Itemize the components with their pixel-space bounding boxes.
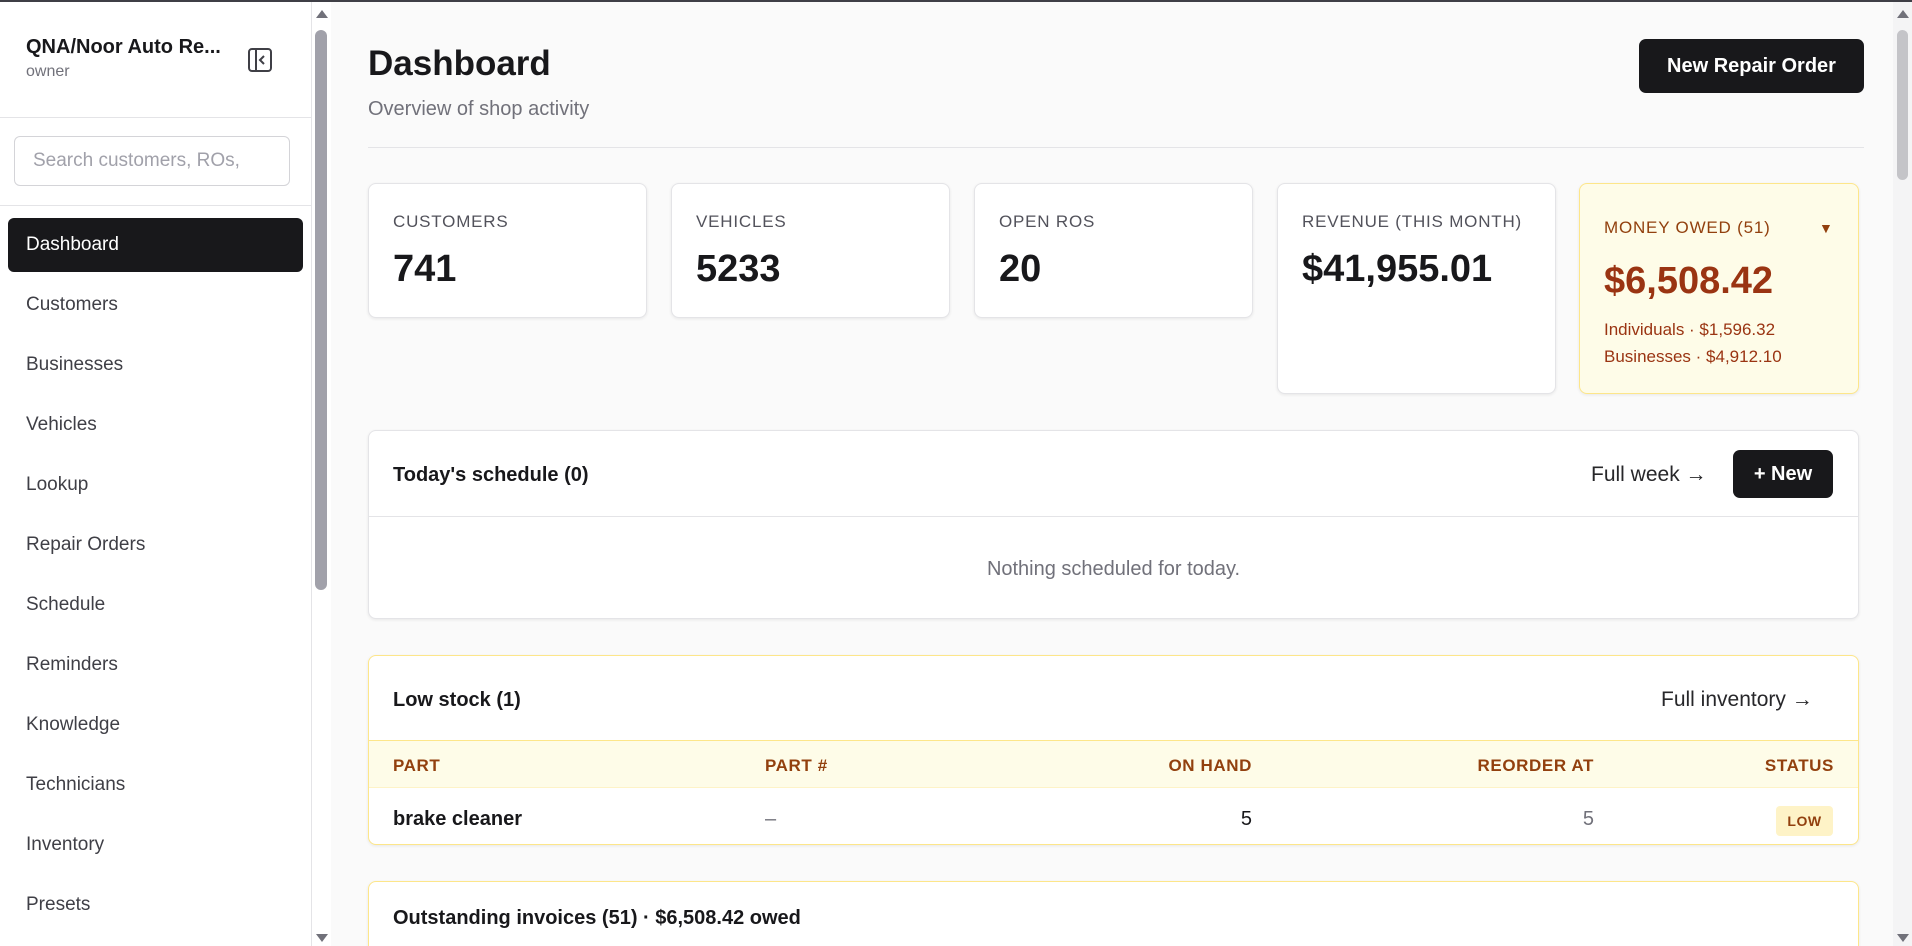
- stat-card-vehicles[interactable]: VEHICLES 5233: [671, 183, 950, 318]
- schedule-empty-message: Nothing scheduled for today.: [986, 558, 1241, 580]
- main-content: Dashboard Overview of shop activity New …: [332, 2, 1893, 946]
- sidebar: QNA/Noor Auto Re... owner Dashboard Cust…: [0, 2, 312, 946]
- sidebar-item-inventory[interactable]: Inventory: [8, 818, 303, 872]
- stat-card-money-owed[interactable]: MONEY OWED (51) ▼ $6,508.42 Individuals …: [1579, 183, 1859, 394]
- column-header-status: STATUS: [1764, 756, 1834, 775]
- stat-card-open-ros[interactable]: OPEN ROS 20: [974, 183, 1253, 318]
- scroll-up-icon[interactable]: [316, 10, 328, 18]
- header-divider: [368, 147, 1864, 148]
- stat-label: MONEY OWED (51): [1604, 218, 1771, 237]
- column-header-part: PART: [393, 756, 441, 775]
- cell-part: brake cleaner: [393, 808, 522, 830]
- stat-card-customers[interactable]: CUSTOMERS 741: [368, 183, 647, 318]
- column-header-reorder-at: REORDER AT: [1477, 756, 1594, 775]
- low-stock-title: Low stock (1): [393, 689, 521, 711]
- sidebar-item-technicians[interactable]: Technicians: [8, 758, 303, 812]
- collapse-sidebar-icon[interactable]: [246, 46, 274, 74]
- schedule-card: Today's schedule (0) Full week → + New N…: [368, 430, 1859, 619]
- sidebar-nav: Dashboard Customers Businesses Vehicles …: [0, 206, 311, 932]
- sidebar-item-businesses[interactable]: Businesses: [8, 338, 303, 392]
- owed-businesses: Businesses · $4,912.10: [1604, 347, 1782, 366]
- stat-label: CUSTOMERS: [393, 212, 509, 231]
- outstanding-invoices-title: Outstanding invoices (51) · $6,508.42 ow…: [393, 907, 801, 929]
- stat-value: 5233: [696, 248, 781, 290]
- schedule-title: Today's schedule (0): [393, 464, 589, 486]
- sidebar-item-reminders[interactable]: Reminders: [8, 638, 303, 692]
- outstanding-invoices-card: Outstanding invoices (51) · $6,508.42 ow…: [368, 881, 1859, 946]
- sidebar-item-customers[interactable]: Customers: [8, 278, 303, 332]
- table-header: PART PART # ON HAND REORDER AT STATUS: [369, 740, 1858, 788]
- full-week-link[interactable]: Full week →: [1591, 463, 1707, 487]
- schedule-divider: [369, 516, 1858, 517]
- sidebar-item-knowledge[interactable]: Knowledge: [8, 698, 303, 752]
- stat-value: $6,508.42: [1604, 260, 1774, 302]
- cell-on-hand: 5: [1240, 808, 1252, 830]
- expand-caret-icon[interactable]: ▼: [1819, 220, 1833, 236]
- shop-name: QNA/Noor Auto Re...: [26, 36, 221, 58]
- main-scroll-thumb[interactable]: [1897, 30, 1908, 180]
- sidebar-item-lookup[interactable]: Lookup: [8, 458, 303, 512]
- stat-card-revenue[interactable]: REVENUE (THIS MONTH) $41,955.01: [1277, 183, 1556, 394]
- status-badge: LOW: [1776, 806, 1833, 836]
- stat-label: VEHICLES: [696, 212, 787, 231]
- owed-individuals: Individuals · $1,596.32: [1604, 320, 1776, 339]
- sidebar-item-dashboard[interactable]: Dashboard: [8, 218, 303, 272]
- new-appointment-button[interactable]: + New: [1733, 450, 1833, 498]
- column-header-part-number: PART #: [765, 756, 828, 775]
- stat-value: 741: [393, 248, 457, 290]
- cell-part-number: –: [765, 808, 777, 830]
- column-header-on-hand: ON HAND: [1168, 756, 1252, 775]
- stat-value: $41,955.01: [1302, 248, 1493, 290]
- page-title: Dashboard: [368, 44, 551, 83]
- scroll-down-icon[interactable]: [316, 934, 328, 942]
- page-subtitle: Overview of shop activity: [368, 98, 590, 120]
- search-input[interactable]: [14, 136, 290, 186]
- stat-label: REVENUE (THIS MONTH): [1302, 212, 1522, 231]
- cell-reorder-at: 5: [1582, 808, 1594, 830]
- sidebar-search-wrap: [0, 118, 311, 206]
- sidebar-item-repair-orders[interactable]: Repair Orders: [8, 518, 303, 572]
- scroll-down-icon[interactable]: [1897, 934, 1909, 942]
- new-repair-order-button[interactable]: New Repair Order: [1639, 39, 1864, 93]
- sidebar-item-schedule[interactable]: Schedule: [8, 578, 303, 632]
- sidebar-scrollbar[interactable]: [312, 2, 331, 946]
- full-inventory-link[interactable]: Full inventory →: [1661, 688, 1813, 712]
- scroll-up-icon[interactable]: [1897, 10, 1909, 18]
- stat-label: OPEN ROS: [999, 212, 1096, 231]
- sidebar-item-vehicles[interactable]: Vehicles: [8, 398, 303, 452]
- sidebar-header: QNA/Noor Auto Re... owner: [0, 2, 311, 118]
- stat-value: 20: [999, 248, 1042, 290]
- main-scrollbar[interactable]: [1893, 2, 1912, 946]
- sidebar-item-presets[interactable]: Presets: [8, 878, 303, 932]
- sidebar-scroll-thumb[interactable]: [315, 30, 327, 590]
- low-stock-card: Low stock (1) Full inventory → PART PART…: [368, 655, 1859, 845]
